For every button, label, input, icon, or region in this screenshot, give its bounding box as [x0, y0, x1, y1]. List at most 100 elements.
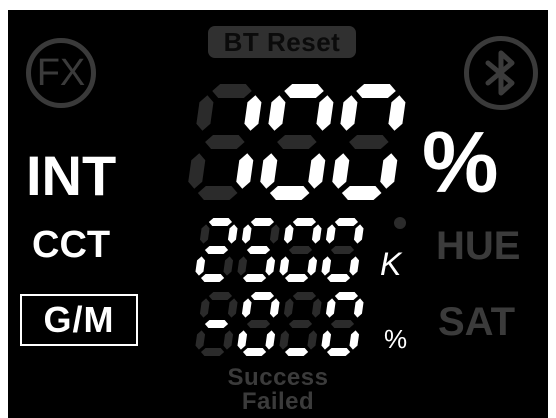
digit-2: [237, 292, 280, 356]
segment-c: [307, 330, 318, 350]
lcd-screen: FX BT Reset INT CCT G/M HUE SAT % K % Su…: [8, 10, 548, 418]
intensity-display: [186, 84, 408, 205]
segment-e: [237, 256, 248, 276]
segment-b: [316, 95, 334, 131]
intensity-unit: %: [422, 115, 499, 211]
sat-mode-label[interactable]: SAT: [438, 302, 515, 342]
segment-d: [284, 348, 309, 356]
segment-g: [204, 246, 229, 254]
bluetooth-icon[interactable]: [464, 36, 538, 110]
digit-4: [321, 292, 364, 356]
segment-e: [237, 330, 248, 350]
segment-b: [227, 298, 238, 318]
hue-mode-label[interactable]: HUE: [436, 226, 520, 266]
segment-b: [311, 298, 322, 318]
segment-f: [199, 224, 210, 244]
fx-icon[interactable]: FX: [26, 38, 96, 108]
segment-f: [283, 224, 294, 244]
segment-d: [341, 186, 382, 200]
segment-f: [196, 95, 214, 131]
disp-cct-svg: [195, 218, 364, 282]
segment-e: [321, 330, 332, 350]
segment-e: [332, 153, 350, 189]
segment-d: [242, 274, 267, 282]
digit-2: [237, 218, 280, 282]
segment-e: [188, 153, 206, 189]
segment-b: [269, 298, 280, 318]
cct-unit: K: [380, 246, 402, 282]
segment-a: [334, 292, 359, 300]
cct-display: [194, 217, 406, 287]
digit-3: [332, 84, 406, 200]
segment-f: [241, 224, 252, 244]
segment-e: [195, 256, 206, 276]
segment-c: [380, 153, 398, 189]
bluetooth-glyph: [485, 50, 515, 96]
segment-g: [349, 135, 389, 149]
segment-g: [288, 246, 313, 254]
segment-c: [265, 256, 276, 276]
gm-unit: %: [384, 324, 408, 354]
segment-d: [284, 274, 309, 282]
segment-b: [353, 224, 364, 244]
digit-3: [279, 292, 322, 356]
segment-c: [349, 330, 360, 350]
segment-d: [269, 186, 310, 200]
segment-d: [326, 348, 351, 356]
segment-a: [250, 292, 275, 300]
segment-f: [325, 298, 336, 318]
segment-f: [241, 298, 252, 318]
segment-a: [284, 84, 324, 98]
segment-c: [223, 256, 234, 276]
success-status: Success: [227, 364, 329, 391]
digit-1: [195, 292, 238, 356]
digit-1: [195, 218, 238, 282]
segment-e: [279, 256, 290, 276]
cct-mode-label[interactable]: CCT: [32, 226, 110, 264]
gm-mode-box[interactable]: G/M: [20, 294, 138, 346]
segment-e: [279, 330, 290, 350]
segment-e: [260, 153, 278, 189]
segment-d: [200, 274, 225, 282]
segment-a: [212, 84, 252, 98]
segment-c: [236, 153, 254, 189]
segment-b: [311, 224, 322, 244]
segment-f: [283, 298, 294, 318]
segment-b: [244, 95, 262, 131]
segment-g: [205, 135, 245, 149]
segment-f: [325, 224, 336, 244]
segment-d: [326, 274, 351, 282]
gm-display: [194, 292, 365, 361]
segment-a: [292, 218, 317, 226]
segment-c: [265, 330, 276, 350]
failed-status: Failed: [241, 388, 315, 415]
digit-2: [260, 84, 334, 200]
disp-int-svg: [188, 84, 406, 200]
segment-d: [197, 186, 238, 200]
segment-e: [321, 256, 332, 276]
digit-4: [321, 218, 364, 282]
segment-a: [334, 218, 359, 226]
segment-g: [277, 135, 317, 149]
fx-label: FX: [36, 52, 86, 94]
segment-c: [223, 330, 234, 350]
segment-g: [288, 320, 313, 328]
digit-1: [188, 84, 262, 200]
segment-b: [269, 224, 280, 244]
segment-c: [349, 256, 360, 276]
segment-g: [246, 320, 271, 328]
segment-g: [204, 320, 229, 328]
segment-g: [330, 320, 355, 328]
segment-a: [250, 218, 275, 226]
segment-c: [308, 153, 326, 189]
segment-b: [388, 95, 406, 131]
segment-g: [246, 246, 271, 254]
disp-gm-svg: [195, 292, 364, 356]
int-mode-label[interactable]: INT: [26, 148, 116, 204]
segment-f: [199, 298, 210, 318]
bt-reset-button[interactable]: BT Reset: [208, 26, 356, 58]
segment-f: [268, 95, 286, 131]
segment-c: [307, 256, 318, 276]
segment-d: [200, 348, 225, 356]
segment-b: [353, 298, 364, 318]
